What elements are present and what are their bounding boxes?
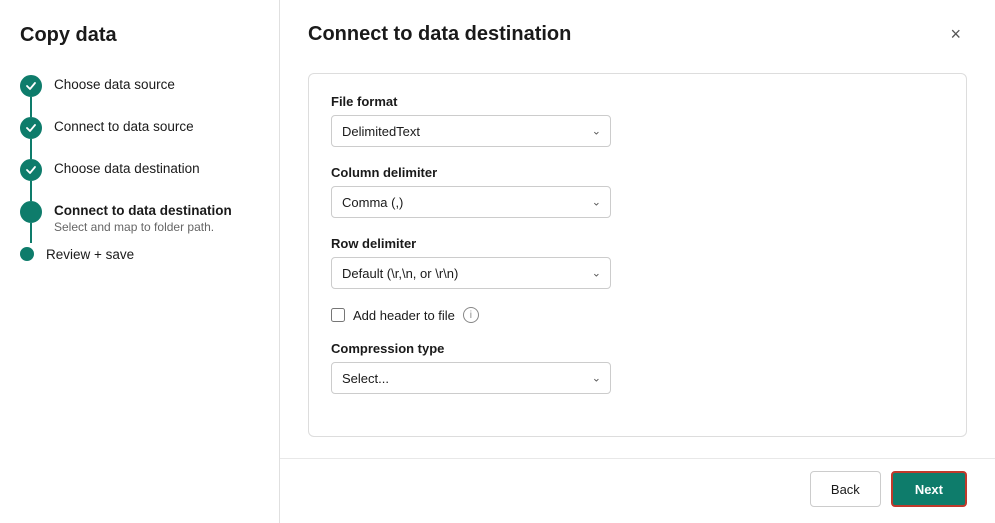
modal-wrapper: Copy data Choose data source	[0, 0, 995, 523]
step-and-line-2	[20, 117, 42, 159]
column-delimiter-group: Column delimiter Comma (,) Semicolon (;)…	[331, 165, 944, 218]
step-content-choose-dest: Choose data destination	[54, 159, 200, 180]
step-label-connect-source: Connect to data source	[54, 119, 194, 134]
step-group-connect-source: Connect to data source	[20, 117, 259, 159]
step-row-choose-dest: Choose data destination	[20, 159, 259, 201]
column-delimiter-label: Column delimiter	[331, 165, 944, 180]
file-format-select[interactable]: DelimitedText CSV JSON Parquet	[331, 115, 611, 147]
column-delimiter-select-wrapper: Comma (,) Semicolon (;) Tab Pipe (|) ⌄	[331, 186, 611, 218]
dialog-header: Connect to data destination ×	[280, 0, 995, 65]
row-delimiter-group: Row delimiter Default (\r,\n, or \r\n) \…	[331, 236, 944, 289]
step-label-review: Review + save	[46, 247, 134, 262]
step-icon-choose-dest	[20, 159, 42, 181]
next-button[interactable]: Next	[891, 471, 967, 507]
step-and-line-3	[20, 159, 42, 201]
dialog-body: File format DelimitedText CSV JSON Parqu…	[280, 65, 995, 458]
add-header-checkbox[interactable]	[331, 308, 345, 322]
step-group-review: Review + save	[20, 243, 259, 266]
step-icon-connect-source	[20, 117, 42, 139]
row-delimiter-label: Row delimiter	[331, 236, 944, 251]
step-icon-choose-source	[20, 75, 42, 97]
sidebar: Copy data Choose data source	[0, 0, 280, 523]
step-label-choose-dest: Choose data destination	[54, 161, 200, 176]
sidebar-title: Copy data	[20, 24, 259, 47]
step-label-connect-dest: Connect to data destination	[54, 203, 232, 218]
step-content-connect-dest: Connect to data destination Select and m…	[54, 201, 232, 238]
step-line-1	[30, 97, 32, 117]
step-icon-connect-dest	[20, 201, 42, 223]
file-format-group: File format DelimitedText CSV JSON Parqu…	[331, 94, 944, 147]
row-delimiter-select[interactable]: Default (\r,\n, or \r\n) \r\n \n \r	[331, 257, 611, 289]
step-group-connect-dest: Connect to data destination Select and m…	[20, 201, 259, 243]
step-line-4	[30, 223, 32, 243]
back-button[interactable]: Back	[810, 471, 881, 507]
step-row-choose-source: Choose data source	[20, 75, 259, 117]
step-row-connect-source: Connect to data source	[20, 117, 259, 159]
step-group-choose-source: Choose data source	[20, 75, 259, 117]
close-button[interactable]: ×	[944, 20, 967, 49]
form-card: File format DelimitedText CSV JSON Parqu…	[308, 73, 967, 437]
step-line-2	[30, 139, 32, 159]
compression-type-select[interactable]: Select... None GZip Deflate BZip2 ZipDef…	[331, 362, 611, 394]
add-header-info-icon[interactable]: i	[463, 307, 479, 323]
add-header-label: Add header to file	[353, 308, 455, 323]
dialog-title: Connect to data destination	[308, 23, 571, 46]
step-row-review: Review + save	[20, 243, 259, 266]
step-content-choose-source: Choose data source	[54, 75, 175, 96]
step-and-line-1	[20, 75, 42, 117]
file-format-select-wrapper: DelimitedText CSV JSON Parquet ⌄	[331, 115, 611, 147]
column-delimiter-select[interactable]: Comma (,) Semicolon (;) Tab Pipe (|)	[331, 186, 611, 218]
step-sublabel-connect-dest: Select and map to folder path.	[54, 220, 232, 234]
step-line-3	[30, 181, 32, 201]
step-and-line-5	[20, 243, 34, 265]
step-and-line-4	[20, 201, 42, 243]
row-delimiter-select-wrapper: Default (\r,\n, or \r\n) \r\n \n \r ⌄	[331, 257, 611, 289]
step-label-choose-source: Choose data source	[54, 77, 175, 92]
step-content-review: Review + save	[46, 243, 134, 266]
step-list: Choose data source	[20, 75, 259, 266]
step-row-connect-dest: Connect to data destination Select and m…	[20, 201, 259, 243]
compression-type-group: Compression type Select... None GZip Def…	[331, 341, 944, 394]
compression-type-label: Compression type	[331, 341, 944, 356]
step-content-connect-source: Connect to data source	[54, 117, 194, 138]
add-header-row: Add header to file i	[331, 307, 944, 323]
step-icon-review	[20, 247, 34, 261]
file-format-label: File format	[331, 94, 944, 109]
compression-type-select-wrapper: Select... None GZip Deflate BZip2 ZipDef…	[331, 362, 611, 394]
main-content: Connect to data destination × File forma…	[280, 0, 995, 523]
step-group-choose-dest: Choose data destination	[20, 159, 259, 201]
dialog-footer: Back Next	[280, 458, 995, 523]
